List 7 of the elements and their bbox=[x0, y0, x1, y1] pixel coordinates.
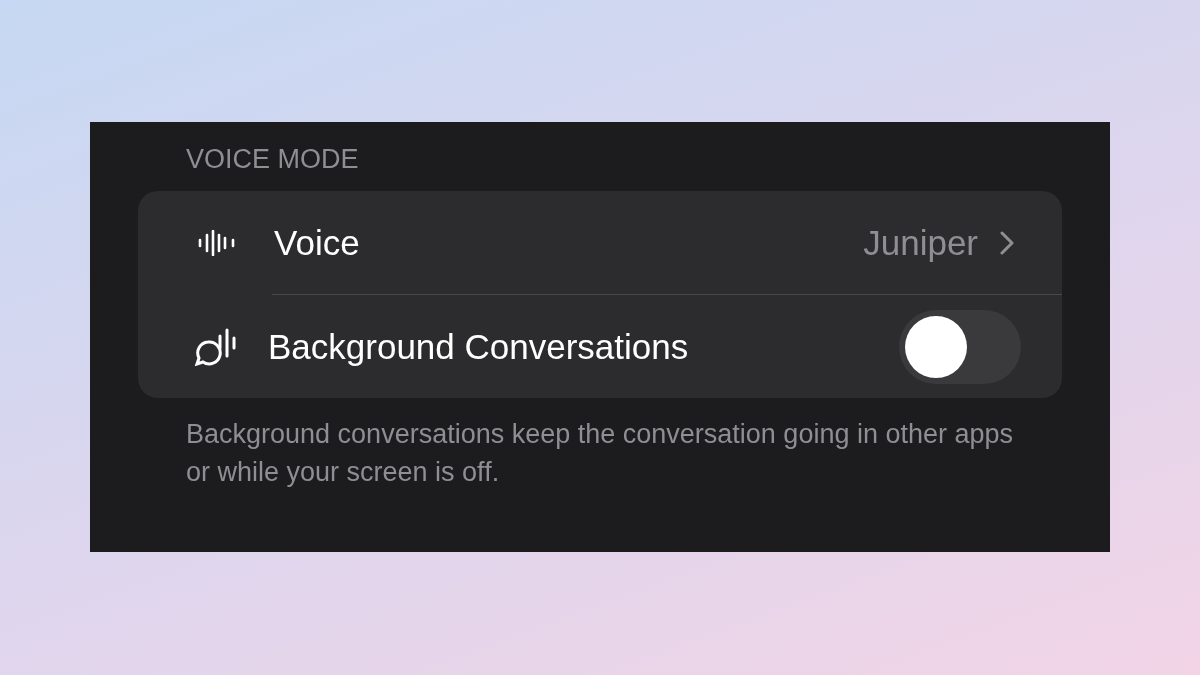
chevron-icon[interactable] bbox=[1000, 230, 1014, 255]
row-value: Juniper bbox=[863, 222, 978, 263]
section-header: VOICE MODE bbox=[186, 144, 360, 176]
row-label: Voice bbox=[274, 222, 361, 263]
row-label: Background Conversations bbox=[268, 326, 690, 367]
waveform-icon bbox=[198, 229, 236, 256]
section-footer: Background conversations keep the conversation going in other apps or while your screen is off. bbox=[186, 415, 1036, 491]
